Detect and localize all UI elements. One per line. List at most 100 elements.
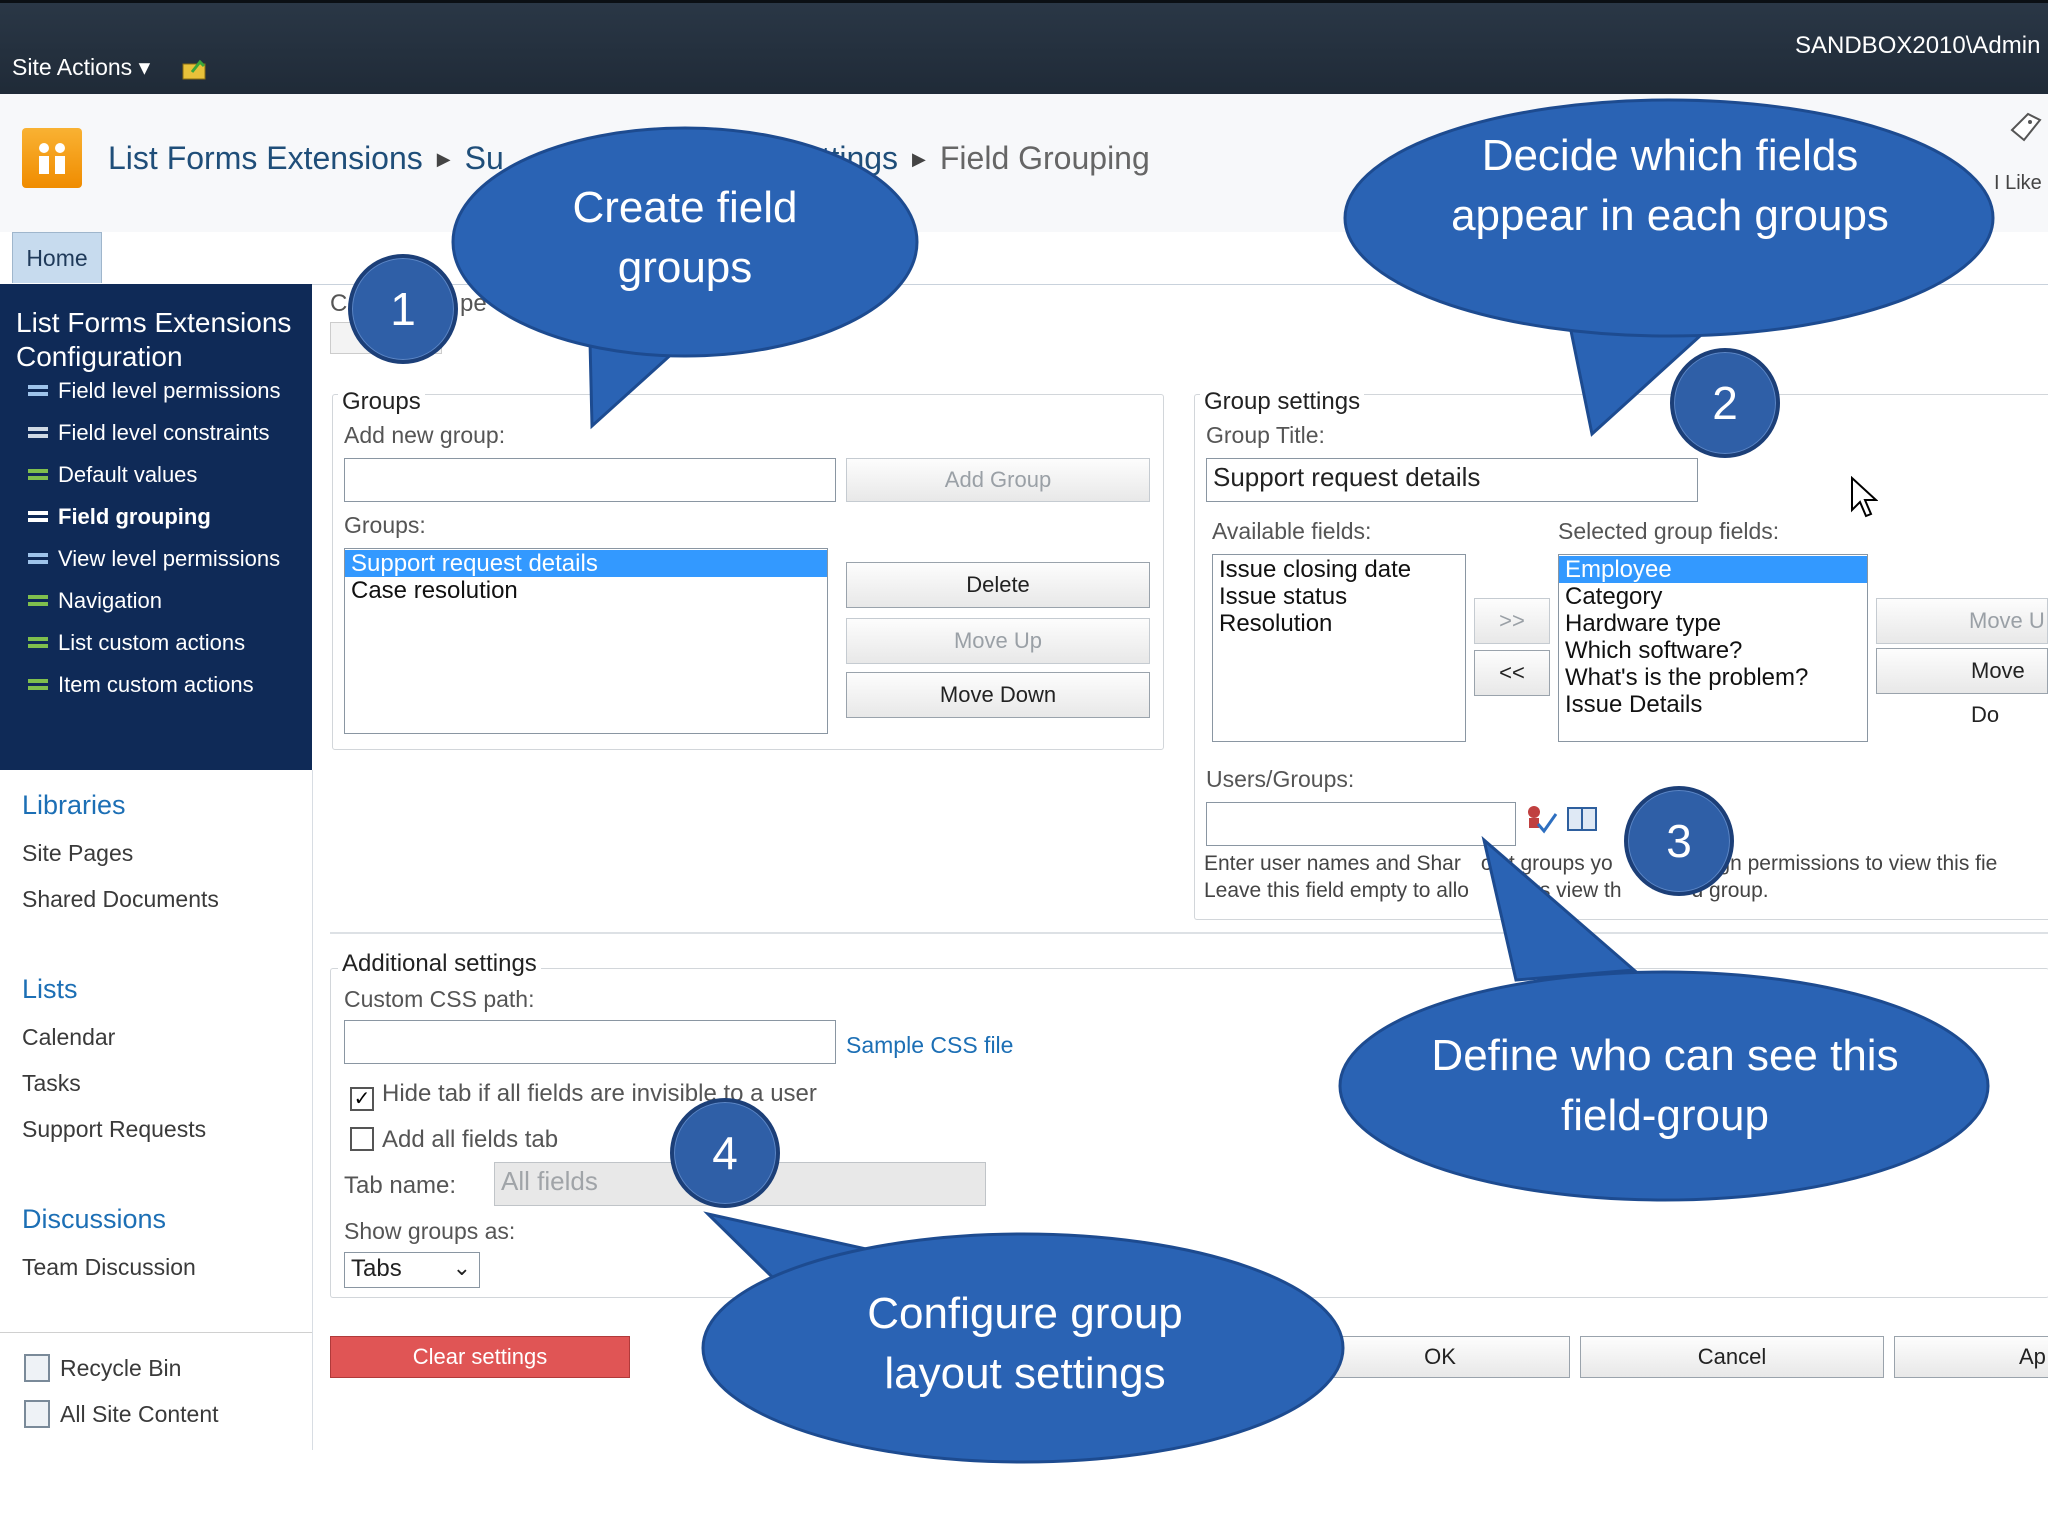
top-bar [0,0,2048,97]
quick-launch [0,770,313,1450]
tab-name-label: Tab name: [344,1172,457,1199]
mouse-cursor-icon [1850,475,1879,525]
clear-settings-button[interactable]: Clear settings [330,1336,630,1378]
additional-settings-legend: Additional settings [338,950,541,978]
navigate-up-icon[interactable] [182,58,210,80]
site-logo[interactable] [22,128,82,188]
config-nav-item-label: Default values [58,462,198,487]
group-title-label: Group Title: [1206,422,1325,448]
show-groups-as-select[interactable]: Tabs ⌄ [344,1252,480,1288]
selected-fields-label: Selected group fields: [1558,518,1780,544]
remove-field-button[interactable]: << [1474,650,1550,696]
list-item[interactable]: Support request details [345,550,827,577]
available-fields-listbox[interactable]: Issue closing date Issue status Resolution [1212,554,1466,742]
ql-item-support-requests[interactable]: Support Requests [22,1116,206,1143]
config-nav-item[interactable]: Field grouping [26,504,211,530]
groups-listbox[interactable]: Support request details Case resolution [344,548,828,734]
config-nav-item-label: Navigation [58,588,162,613]
list-item[interactable]: Employee [1559,556,1867,583]
ql-heading-libraries[interactable]: Libraries [22,790,126,821]
user-menu[interactable]: SANDBOX2010\Admin [1795,32,2040,60]
move-up-field-button[interactable]: Move U [1876,598,2048,644]
i-like-it-label[interactable]: I Like [1994,172,2042,195]
move-down-group-button[interactable]: Move Down [846,672,1150,718]
list-item[interactable]: Case resolution [345,577,827,604]
config-nav-item[interactable]: View level permissions [26,546,280,572]
tab-home[interactable]: Home [12,232,102,283]
ql-item-team-discussion[interactable]: Team Discussion [22,1254,196,1281]
callout-3-text: Define who can see this field-group [1431,1031,1899,1140]
config-item-icon [26,590,52,608]
delete-group-button[interactable]: Delete [846,562,1150,608]
cancel-button[interactable]: Cancel [1580,1336,1884,1378]
callout-4-text: Configure group layout settings [867,1289,1183,1398]
show-groups-as-label: Show groups as: [344,1218,516,1244]
ql-recycle-bin[interactable]: Recycle Bin [24,1354,181,1382]
add-group-input[interactable] [344,458,836,502]
list-item[interactable]: Which software? [1559,637,1867,664]
config-nav-item-label: Field grouping [58,504,211,529]
sample-css-link[interactable]: Sample CSS file [846,1032,1013,1059]
ql-heading-discussions[interactable]: Discussions [22,1204,166,1235]
ql-item-shared-documents[interactable]: Shared Documents [22,886,219,913]
i-like-it-icon[interactable] [2008,110,2044,150]
callout-2-text: Decide which fields appear in each group… [1451,131,1889,240]
move-down-field-button[interactable]: Move Do [1876,648,2048,727]
config-nav-item-label: List custom actions [58,630,246,655]
config-nav-item[interactable]: Field level permissions [26,378,281,404]
config-nav-item[interactable]: Item custom actions [26,672,254,698]
groups-list-label: Groups: [344,512,426,538]
config-nav-item-label: Field level permissions [58,378,281,403]
ql-all-site-content[interactable]: All Site Content [24,1400,219,1428]
list-item[interactable]: Hardware type [1559,610,1867,637]
add-all-fields-checkbox[interactable] [350,1127,374,1151]
callout-2-number: 2 [1670,348,1780,458]
recycle-bin-icon [24,1354,50,1382]
group-title-input[interactable]: Support request details [1206,458,1698,502]
ql-recycle-bin-label: Recycle Bin [60,1355,182,1381]
callout-1-number: 1 [348,254,458,364]
list-item[interactable]: Resolution [1213,610,1465,637]
config-nav-item-label: Item custom actions [58,672,254,697]
ql-item-tasks[interactable]: Tasks [22,1070,81,1097]
list-item[interactable]: Issue closing date [1213,556,1465,583]
list-item[interactable]: Issue status [1213,583,1465,610]
site-actions-menu[interactable]: Site Actions ▾ [12,54,150,81]
ql-all-site-content-label: All Site Content [60,1401,219,1427]
config-item-icon [26,632,52,650]
css-path-input[interactable] [344,1020,836,1064]
add-group-button[interactable]: Add Group [846,458,1150,502]
config-nav-item[interactable]: Navigation [26,588,162,614]
selected-fields-listbox[interactable]: Employee Category Hardware type Which softw… [1558,554,1868,742]
config-item-icon [26,422,52,440]
hide-tab-checkbox[interactable]: ✓ [350,1087,374,1111]
chevron-down-icon: ⌄ [452,1255,471,1280]
ql-item-site-pages[interactable]: Site Pages [22,840,133,867]
move-up-group-button[interactable]: Move Up [846,618,1150,664]
list-item[interactable]: Issue Details [1559,691,1867,718]
ql-heading-lists[interactable]: Lists [22,974,78,1005]
breadcrumb-site-link[interactable]: List Forms Extensions [108,140,423,176]
ql-item-calendar[interactable]: Calendar [22,1024,115,1051]
callout-4-number: 4 [670,1098,780,1208]
list-item[interactable]: Category [1559,583,1867,610]
config-nav-item-label: View level permissions [58,546,281,571]
hide-tab-label: Hide tab if all fields are invisible to … [382,1080,817,1107]
list-item[interactable]: What's is the problem? [1559,664,1867,691]
config-nav-item[interactable]: List custom actions [26,630,245,656]
breadcrumb-current: Field Grouping [939,140,1150,176]
browse-directory-icon[interactable] [1566,804,1598,832]
apply-button[interactable]: Ap [1894,1336,2048,1378]
config-nav-title: List Forms Extensions Configuration [16,307,292,372]
css-path-label: Custom CSS path: [344,986,535,1012]
add-all-fields-option[interactable]: Add all fields tab [350,1126,558,1154]
show-groups-as-value: Tabs [351,1255,402,1282]
available-fields-label: Available fields: [1212,518,1372,544]
ql-divider [0,1332,312,1333]
config-nav-item[interactable]: Field level constraints [26,420,270,446]
config-item-icon [26,506,52,524]
config-item-icon [26,674,52,692]
add-field-button[interactable]: >> [1474,598,1550,644]
config-item-icon [26,548,52,566]
config-nav-item[interactable]: Default values [26,462,197,488]
